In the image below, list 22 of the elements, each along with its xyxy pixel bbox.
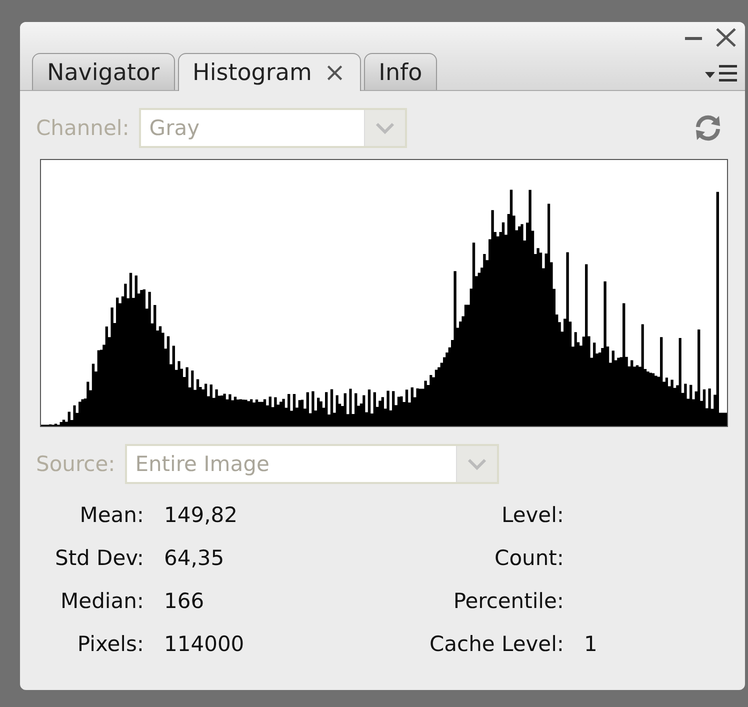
close-icon[interactable] <box>716 28 736 48</box>
stat-value: 1 <box>584 632 598 656</box>
chevron-icon <box>466 457 488 471</box>
stat-label: Percentile: <box>452 588 564 612</box>
stat-label: Pixels: <box>76 632 144 656</box>
tab-close-button[interactable]: × <box>324 60 346 86</box>
channel-label: Channel: <box>36 116 130 140</box>
stat-label: Count: <box>494 546 564 570</box>
stat-value: 166 <box>164 588 206 612</box>
source-label: Source: <box>36 452 116 476</box>
panel-tab[interactable]: Histogram × <box>178 53 361 91</box>
stat-value: 64,35 <box>164 546 226 570</box>
stat-value: 149,82 <box>164 502 238 526</box>
chevron-icon <box>374 121 396 135</box>
panel-tab[interactable]: Info <box>364 53 438 90</box>
panel-tab[interactable]: Navigator <box>32 53 175 90</box>
stat-value: 114000 <box>164 632 246 656</box>
stat-label: Cache Level: <box>428 632 564 656</box>
stat-label: Median: <box>60 588 144 612</box>
stat-label: Mean: <box>78 502 144 526</box>
stat-label: Level: <box>500 502 564 526</box>
stat-label: Std Dev: <box>54 546 144 570</box>
